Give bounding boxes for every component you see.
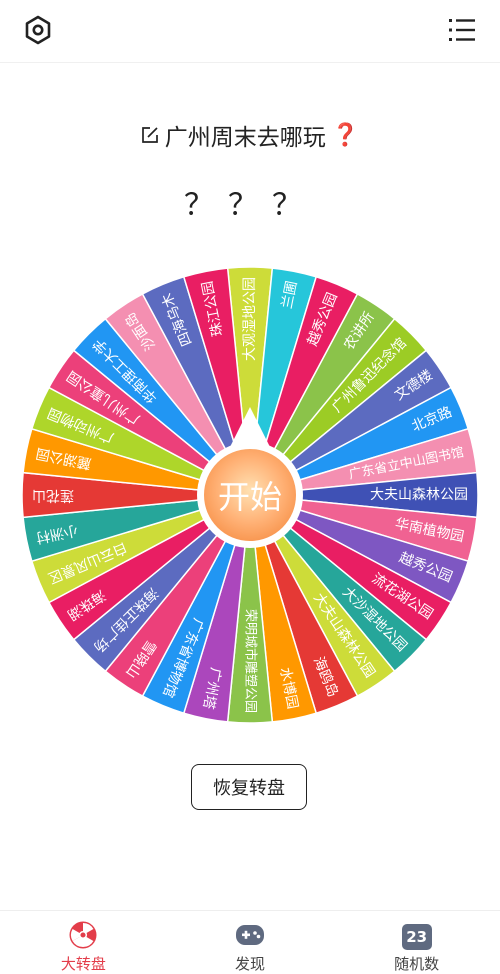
wheel-svg: 大观湿地公园 兰圃 越秀公园 农讲所广州鲁迅纪念馆文德楼北京路广东省立中山图书馆大夫山… — [21, 266, 479, 724]
wheel-segment-label: 大夫山森林公园 — [370, 487, 468, 503]
question-emoji: ❓ — [331, 122, 360, 148]
reset-wheel-button[interactable]: 恢复转盘 — [191, 764, 307, 810]
number-icon: 23 — [401, 919, 433, 951]
nav-label-random: 随机数 — [394, 955, 440, 973]
gamepad-icon — [234, 919, 266, 951]
wheel-segment-label: 荣明城市雕塑公园 — [243, 609, 259, 713]
wheel-segment-label: 莲花山 — [32, 487, 74, 503]
bottom-nav: 大转盘 发现 23 随机数 — [0, 910, 500, 974]
nav-item-wheel[interactable]: 大转盘 — [0, 911, 167, 974]
list-menu-icon — [449, 19, 475, 41]
wheel-segment-label: 大观湿地公园 — [242, 277, 258, 361]
nav-label-discover: 发现 — [235, 955, 266, 973]
wheel-title-row[interactable]: 广州周末去哪玩 ❓ — [0, 118, 500, 152]
wheel-title: 广州周末去哪玩 — [164, 125, 326, 151]
start-button-label[interactable]: 开始 — [218, 478, 282, 516]
number-badge: 23 — [401, 923, 432, 950]
prize-wheel[interactable]: 大观湿地公园 兰圃 越秀公园 农讲所 广州鲁迅纪念馆 文德楼 北京路 广东省立中山图书馆 大夫山… — [21, 266, 479, 724]
nav-item-discover[interactable]: 发现 — [167, 911, 334, 974]
top-bar — [0, 0, 500, 63]
wheel-icon — [67, 919, 99, 951]
edit-icon[interactable] — [141, 126, 159, 144]
hexagon-settings-icon — [25, 15, 51, 45]
settings-button[interactable] — [18, 10, 58, 50]
nav-item-random[interactable]: 23 随机数 — [333, 911, 500, 974]
spin-result: ？？？ — [184, 188, 316, 223]
nav-label-wheel: 大转盘 — [60, 955, 106, 973]
menu-button[interactable] — [442, 10, 482, 50]
